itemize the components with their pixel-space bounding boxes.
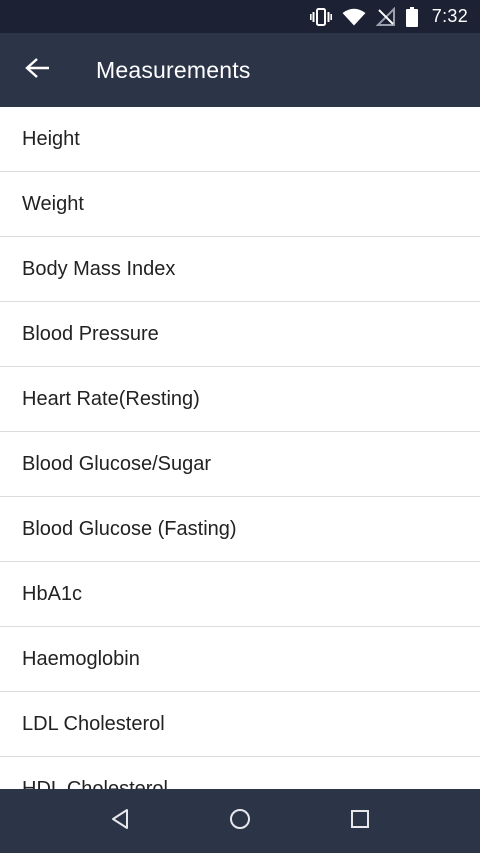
nav-recents-button[interactable] [330, 796, 390, 846]
nav-back-icon [110, 808, 130, 835]
list-item-ldl-cholesterol[interactable]: LDL Cholesterol [0, 692, 480, 757]
navigation-bar [0, 789, 480, 853]
status-time: 7:32 [431, 6, 468, 26]
list-item-weight[interactable]: Weight [0, 172, 480, 237]
nav-back-button[interactable] [90, 796, 150, 846]
back-button[interactable] [13, 45, 63, 95]
list-item-body-mass-index[interactable]: Body Mass Index [0, 237, 480, 302]
list-item-heart-rate-resting[interactable]: Heart Rate(Resting) [0, 367, 480, 432]
status-bar: 7:32 [0, 0, 480, 33]
nav-home-button[interactable] [210, 796, 270, 846]
vibrate-icon [309, 7, 332, 27]
list-item-hba1c[interactable]: HbA1c [0, 562, 480, 627]
app-bar: Measurements [0, 33, 480, 107]
no-signal-icon [375, 6, 396, 27]
nav-recents-icon [350, 809, 370, 834]
page-title: Measurements [96, 56, 251, 83]
screen: 7:32 Measurements Height Weight Body Mas… [0, 0, 480, 853]
nav-home-icon [229, 808, 251, 835]
wifi-icon [342, 8, 366, 26]
back-arrow-icon [25, 57, 51, 84]
list-item-hdl-cholesterol[interactable]: HDL Cholesterol [0, 757, 480, 790]
battery-icon [405, 6, 418, 27]
list-item-haemoglobin[interactable]: Haemoglobin [0, 627, 480, 692]
list-item-blood-pressure[interactable]: Blood Pressure [0, 302, 480, 367]
list-item-height[interactable]: Height [0, 107, 480, 172]
measurements-list[interactable]: Height Weight Body Mass Index Blood Pres… [0, 107, 480, 789]
list-item-blood-glucose-sugar[interactable]: Blood Glucose/Sugar [0, 432, 480, 497]
list-item-blood-glucose-fasting[interactable]: Blood Glucose (Fasting) [0, 497, 480, 562]
